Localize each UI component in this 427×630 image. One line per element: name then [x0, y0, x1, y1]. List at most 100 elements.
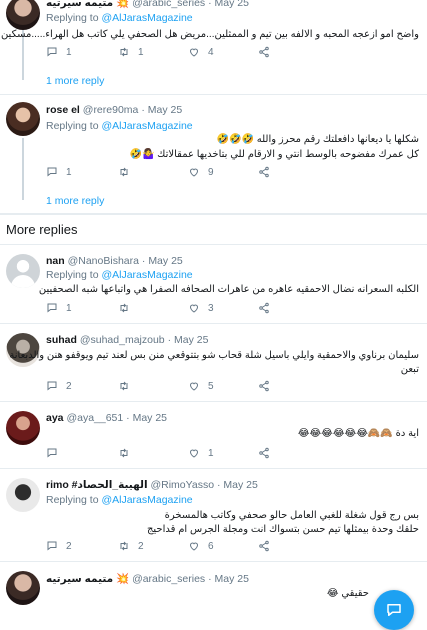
share-icon — [259, 302, 269, 314]
heart-icon — [189, 48, 199, 57]
retweet-count: 2 — [138, 540, 144, 552]
timestamp[interactable]: May 25 — [148, 104, 182, 116]
speech-bubble-icon — [387, 604, 401, 616]
mention-link[interactable]: @AlJarasMagazine — [101, 120, 192, 132]
mention-link[interactable]: @AlJarasMagazine — [101, 494, 192, 506]
share-button[interactable] — [258, 166, 270, 178]
tweet-text: الكلبه السعرانه نضال الاحمقيه عاهره من ع… — [38, 284, 419, 295]
reply-button[interactable]: 1 — [46, 302, 72, 314]
like-count: 5 — [208, 380, 214, 392]
reply-icon — [47, 167, 57, 177]
avatar[interactable] — [6, 571, 40, 605]
display-name[interactable]: nan — [46, 255, 65, 267]
thread-line — [22, 138, 24, 200]
section-separator — [0, 213, 427, 215]
timestamp[interactable]: May 25 — [148, 255, 182, 267]
heart-icon — [189, 382, 199, 391]
retweet-button[interactable] — [118, 447, 138, 459]
retweet-button[interactable] — [118, 302, 138, 314]
like-button[interactable]: 5 — [188, 380, 214, 392]
tweet-text: تبعن — [400, 364, 419, 375]
share-button[interactable] — [258, 380, 270, 392]
handle[interactable]: @rere90ma — [83, 104, 139, 116]
divider — [0, 323, 427, 324]
tweet-header: متيمه سيرتيه 💥 @arabic_series · May 25 — [46, 573, 249, 585]
display-name[interactable]: aya — [46, 412, 64, 424]
like-count: 3 — [208, 302, 214, 314]
retweet-icon — [120, 381, 128, 391]
like-button[interactable]: 1 — [188, 447, 214, 459]
reply-button[interactable]: 2 — [46, 380, 72, 392]
display-name[interactable]: suhad — [46, 334, 77, 346]
retweet-icon — [120, 303, 128, 313]
retweet-button[interactable]: 1 — [118, 46, 144, 58]
like-button[interactable]: 4 — [188, 46, 214, 58]
reply-icon — [47, 541, 57, 551]
like-count: 9 — [208, 166, 214, 178]
divider — [0, 401, 427, 402]
more-replies-heading: More replies — [6, 222, 78, 237]
tweet-header: rose el @rere90ma · May 25 — [46, 104, 183, 116]
reply-icon — [47, 47, 57, 57]
avatar[interactable] — [6, 411, 40, 445]
display-name[interactable]: rose el — [46, 104, 80, 116]
retweet-icon — [120, 47, 128, 57]
tweet-header: aya @aya__651 · May 25 — [46, 412, 168, 424]
avatar[interactable] — [6, 254, 40, 288]
like-button[interactable]: 3 — [188, 302, 214, 314]
tweet-text: اية دة 🙈🙈😂😂😂😂😂😂 — [297, 428, 419, 439]
replying-to: Replying to @AlJarasMagazine — [46, 494, 193, 506]
handle[interactable]: @suhad_majzoub — [80, 334, 165, 346]
retweet-count: 1 — [138, 46, 144, 58]
display-name[interactable]: متيمه سيرتيه 💥 — [46, 573, 129, 585]
reply-count: 2 — [66, 380, 72, 392]
show-more-replies-link[interactable]: 1 more reply — [46, 75, 104, 87]
timestamp[interactable]: May 25 — [223, 479, 257, 491]
divider — [0, 94, 427, 95]
show-more-replies-link[interactable]: 1 more reply — [46, 195, 104, 207]
handle[interactable]: @arabic_series — [132, 573, 205, 585]
display-name[interactable]: rimo #الهيبة_الحصاد — [46, 479, 148, 491]
retweet-button[interactable] — [118, 380, 138, 392]
tweet-text: واضح امو ازعجه المحبه و الالفه بين تيم و… — [0, 29, 419, 40]
share-button[interactable] — [258, 540, 270, 552]
timestamp[interactable]: May 25 — [215, 0, 249, 9]
replying-to: Replying to @AlJarasMagazine — [46, 12, 193, 24]
retweet-button[interactable]: 2 — [118, 540, 144, 552]
timestamp[interactable]: May 25 — [215, 573, 249, 585]
reply-count: 2 — [66, 540, 72, 552]
handle[interactable]: @aya__651 — [66, 412, 123, 424]
share-button[interactable] — [258, 46, 270, 58]
mention-link[interactable]: @AlJarasMagazine — [101, 12, 192, 24]
timestamp[interactable]: May 25 — [174, 334, 208, 346]
handle[interactable]: @arabic_series — [132, 0, 205, 9]
retweet-icon — [120, 167, 128, 177]
tweet-text: سليمان برناوي والاحمقية وايلي باسيل شلة … — [9, 350, 419, 361]
like-button[interactable]: 9 — [188, 166, 214, 178]
avatar[interactable] — [6, 478, 40, 512]
mention-link[interactable]: @AlJarasMagazine — [101, 269, 192, 281]
share-icon — [259, 540, 269, 552]
avatar[interactable] — [6, 102, 40, 136]
reply-count: 1 — [66, 302, 72, 314]
reply-button[interactable]: 1 — [46, 46, 72, 58]
divider — [0, 244, 427, 245]
display-name[interactable]: متيمه سيرتيه 💥 — [46, 0, 129, 9]
reply-button[interactable] — [46, 447, 66, 459]
reply-button[interactable]: 2 — [46, 540, 72, 552]
heart-icon — [189, 168, 199, 177]
retweet-button[interactable] — [118, 166, 138, 178]
timestamp[interactable]: May 25 — [133, 412, 167, 424]
replying-to: Replying to @AlJarasMagazine — [46, 269, 193, 281]
share-button[interactable] — [258, 447, 270, 459]
handle[interactable]: @NanoBishara — [68, 255, 139, 267]
reply-button[interactable]: 1 — [46, 166, 72, 178]
avatar[interactable] — [6, 0, 40, 30]
compose-reply-button[interactable] — [374, 590, 414, 630]
tweet-text: حقيقي 😂 — [326, 588, 369, 599]
like-count: 4 — [208, 46, 214, 58]
share-button[interactable] — [258, 302, 270, 314]
heart-icon — [189, 304, 199, 313]
handle[interactable]: @RimoYasso — [150, 479, 214, 491]
like-button[interactable]: 6 — [188, 540, 214, 552]
